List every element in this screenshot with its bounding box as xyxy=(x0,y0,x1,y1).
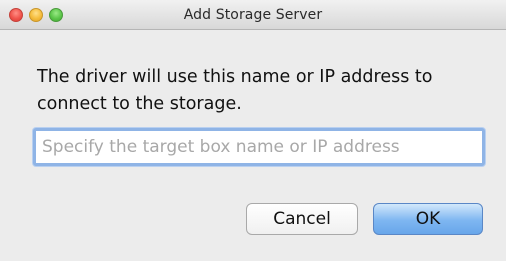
cancel-button[interactable]: Cancel xyxy=(246,203,358,235)
storage-server-address-input[interactable] xyxy=(33,128,485,166)
dialog-message: The driver will use this name or IP addr… xyxy=(37,67,433,114)
ok-button[interactable]: OK xyxy=(373,203,483,235)
title-bar[interactable]: Add Storage Server xyxy=(0,0,506,30)
window-title: Add Storage Server xyxy=(183,7,323,23)
add-storage-server-dialog: Add Storage Server The driver will use t… xyxy=(0,0,506,261)
